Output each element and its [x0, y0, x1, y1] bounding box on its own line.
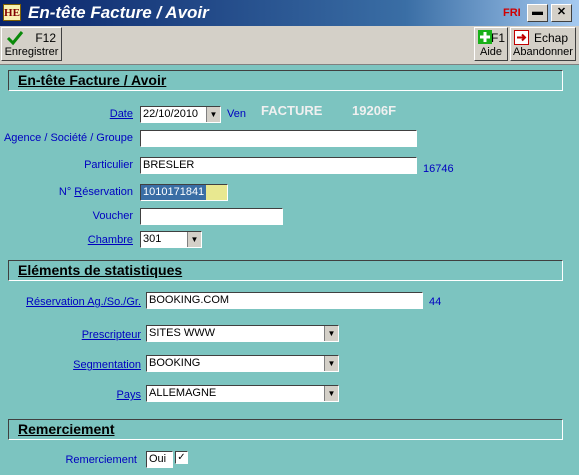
- country-label: Pays: [116, 389, 141, 401]
- thanks-checkbox[interactable]: ✓: [175, 451, 188, 464]
- reservation-source-field[interactable]: BOOKING.COM: [146, 292, 423, 309]
- minimize-icon: ▬: [532, 6, 543, 18]
- chevron-down-icon[interactable]: ▼: [187, 232, 201, 247]
- room-value: 301: [143, 233, 162, 245]
- section-thanks-title: Remerciement: [18, 421, 115, 437]
- individual-field[interactable]: BRESLER: [140, 157, 417, 174]
- plus-icon: [478, 30, 492, 44]
- save-label: Enregistrer: [4, 46, 59, 58]
- voucher-field[interactable]: [140, 208, 283, 225]
- document-number: 19206F: [352, 103, 397, 118]
- voucher-label: Voucher: [92, 210, 133, 222]
- toolbar: F12 Enregistrer F1 Aide Echap Abandonner: [0, 26, 579, 65]
- checkmark-icon: ✓: [177, 452, 186, 463]
- section-header-title: En-tête Facture / Avoir: [18, 72, 167, 88]
- reservation-value: 1010171841: [141, 185, 207, 200]
- thanks-label: Remerciement: [65, 454, 137, 466]
- section-statistics-title: Eléments de statistiques: [18, 262, 183, 278]
- reservation-label: N° Réservation: [58, 186, 133, 198]
- app-logo-icon: HE: [3, 4, 21, 21]
- thanks-value-field: Oui: [146, 451, 173, 468]
- window-title: En-tête Facture / Avoir: [28, 3, 209, 22]
- chevron-down-icon[interactable]: ▼: [324, 386, 338, 401]
- help-label: Aide: [479, 46, 503, 58]
- checkmark-icon: [6, 31, 24, 46]
- chevron-down-icon[interactable]: ▼: [206, 107, 220, 122]
- save-button[interactable]: F12 Enregistrer: [1, 27, 62, 61]
- help-button[interactable]: F1 Aide: [474, 27, 508, 61]
- prescriber-label: Prescripteur: [81, 329, 141, 341]
- room-label: Chambre: [87, 234, 133, 246]
- cancel-button[interactable]: Echap Abandonner: [510, 27, 576, 61]
- room-select[interactable]: 301 ▼: [140, 231, 202, 248]
- reservation-source-code: 44: [429, 296, 442, 308]
- segmentation-label: Segmentation: [73, 359, 141, 371]
- title-bar: HE En-tête Facture / Avoir FRI ▬ ✕: [0, 0, 579, 26]
- save-shortcut: F12: [35, 31, 56, 45]
- agency-label: Agence / Société / Groupe: [3, 132, 133, 144]
- country-value: ALLEMAGNE: [149, 387, 217, 399]
- close-button[interactable]: ✕: [551, 4, 572, 22]
- chevron-down-icon[interactable]: ▼: [324, 326, 338, 341]
- date-value: 22/10/2010: [143, 108, 199, 120]
- close-icon: ✕: [556, 6, 567, 18]
- minimize-button[interactable]: ▬: [527, 4, 548, 22]
- section-statistics: Eléments de statistiques: [8, 260, 563, 281]
- section-header: En-tête Facture / Avoir: [8, 70, 563, 91]
- language-badge: FRI: [503, 7, 521, 19]
- segmentation-value: BOOKING: [149, 357, 201, 369]
- cancel-label: Abandonner: [513, 46, 573, 58]
- date-field[interactable]: 22/10/2010 ▼: [140, 106, 221, 123]
- agency-field[interactable]: [140, 130, 417, 147]
- country-select[interactable]: ALLEMAGNE ▼: [146, 385, 339, 402]
- exit-icon: [514, 30, 529, 45]
- document-type: FACTURE: [261, 103, 323, 118]
- cancel-shortcut: Echap: [533, 31, 568, 45]
- section-thanks: Remerciement: [8, 419, 563, 440]
- reservation-source-label: Réservation Ag./So./Gr.: [26, 296, 141, 308]
- reservation-field[interactable]: 1010171841: [140, 184, 228, 201]
- date-label: Date: [109, 108, 133, 120]
- individual-code: 16746: [423, 163, 454, 175]
- individual-label: Particulier: [84, 159, 133, 171]
- prescriber-value: SITES WWW: [149, 327, 215, 339]
- chevron-down-icon[interactable]: ▼: [324, 356, 338, 371]
- prescriber-select[interactable]: SITES WWW ▼: [146, 325, 339, 342]
- segmentation-select[interactable]: BOOKING ▼: [146, 355, 339, 372]
- date-weekday: Ven: [227, 108, 246, 120]
- reservation-suffix-cell: [206, 185, 227, 200]
- help-shortcut: F1: [490, 31, 505, 45]
